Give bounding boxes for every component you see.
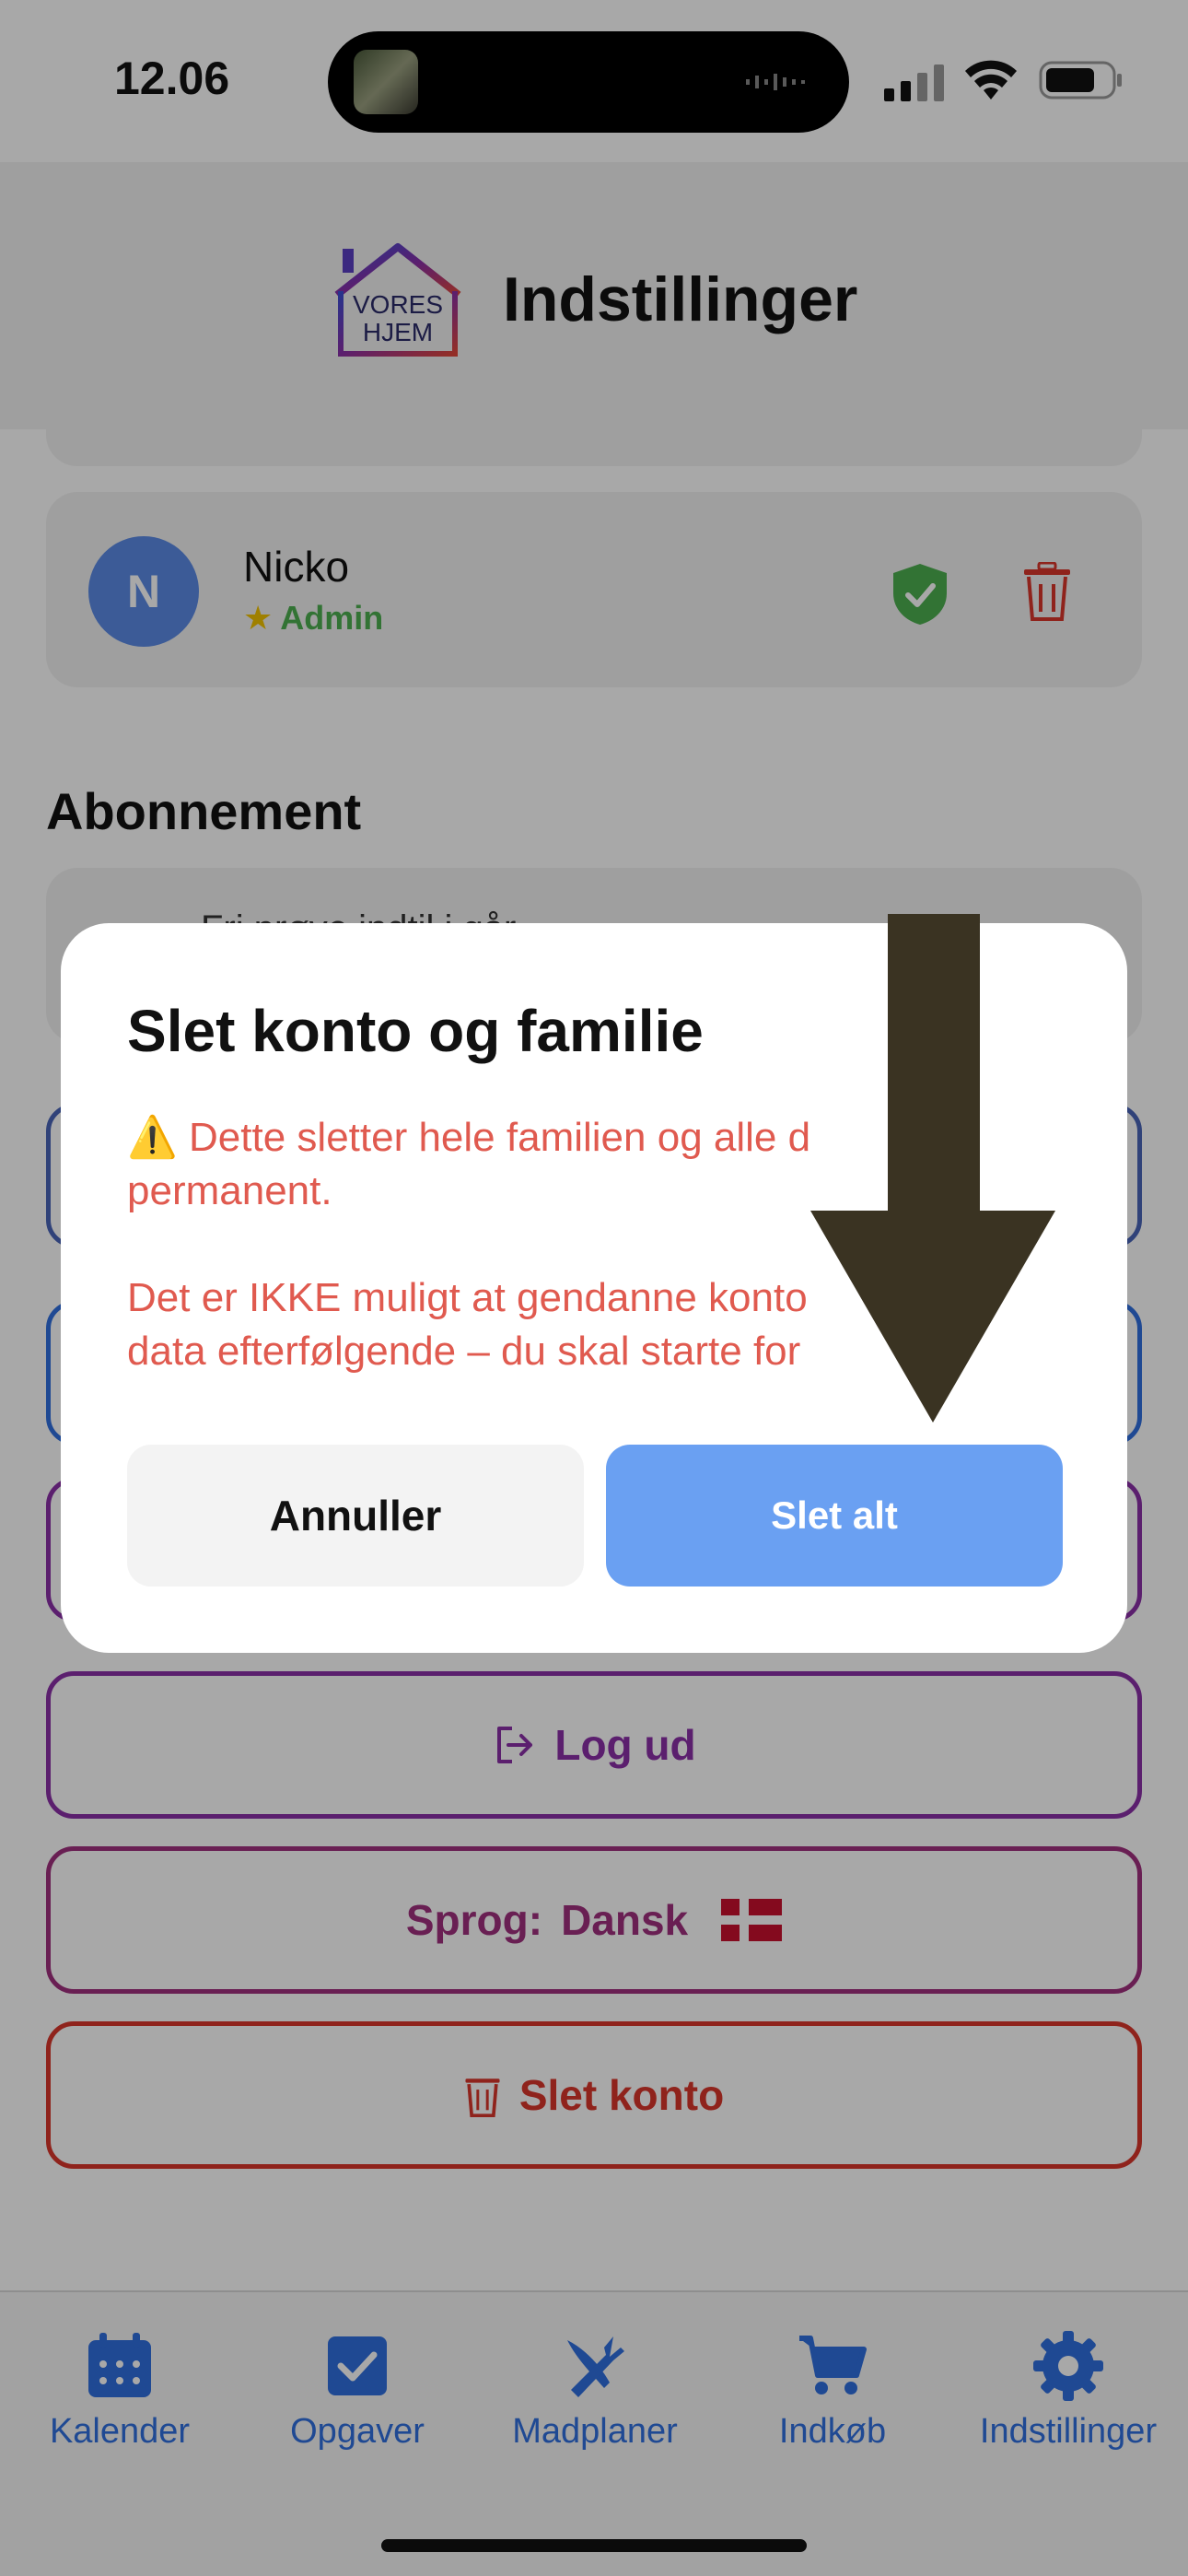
delete-all-button[interactable]: Slet alt — [606, 1445, 1063, 1587]
annotation-arrow-down-icon — [810, 914, 1055, 1423]
dialog-line-4: data efterfølgende – du skal starte for — [127, 1329, 801, 1374]
warning-icon: ⚠️ — [127, 1115, 178, 1160]
dialog-line-1: Dette sletter hele familien og alle d — [189, 1115, 811, 1160]
dialog-line-2: permanent. — [127, 1168, 332, 1213]
dialog-title: Slet konto og familie — [127, 998, 704, 1064]
cancel-button[interactable]: Annuller — [127, 1445, 584, 1587]
